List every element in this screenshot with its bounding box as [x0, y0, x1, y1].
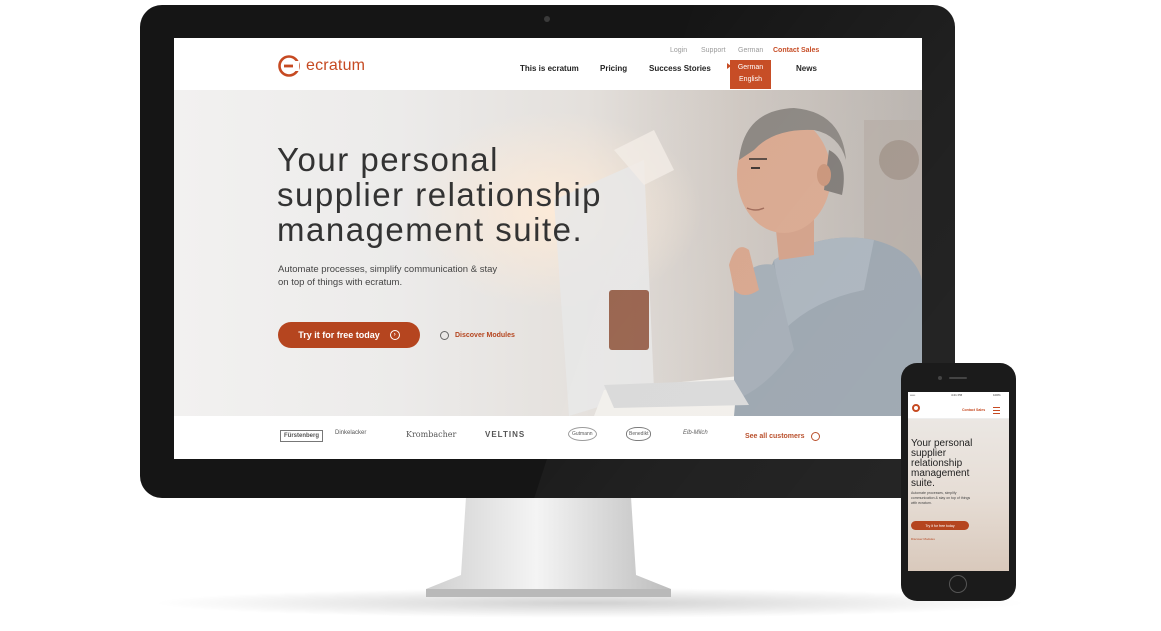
iphone-frame: ••••• 4:21 PM 100% Contact Sales Your pe…: [901, 363, 1016, 601]
phone-signal: •••••: [910, 393, 916, 397]
phone-site-header: Contact Sales: [908, 398, 1009, 419]
ecratum-logo-icon[interactable]: [912, 404, 920, 412]
hero-photo-man-at-desk: [554, 108, 922, 416]
ecratum-logo-icon: [278, 55, 300, 77]
hero-title: Your personal supplier relationship mana…: [277, 142, 637, 247]
phone-hero-subtitle: Automate processes, simplify communicati…: [911, 491, 971, 505]
phone-speaker: [949, 377, 967, 379]
camera-dot: [544, 16, 550, 22]
menu-icon[interactable]: [993, 407, 1000, 414]
nav-success-stories[interactable]: Success Stories: [649, 64, 711, 73]
phone-camera: [938, 376, 942, 380]
support-link[interactable]: Support: [701, 47, 726, 54]
discover-icon: [440, 331, 449, 340]
hero-title-line-2: supplier relationship: [277, 176, 603, 213]
phone-contact-sales[interactable]: Contact Sales: [962, 408, 985, 412]
customer-logo-elbmilch: Elb-Milch: [683, 430, 708, 436]
customer-logo-benedikt: Benedikt: [626, 427, 652, 441]
site-header: ecratum Login Support German Contact Sal…: [174, 38, 922, 90]
customer-logo-fuerstenberg: Fürstenberg: [280, 430, 324, 442]
hero-section: Your personal supplier relationship mana…: [174, 90, 922, 416]
phone-discover-modules-link[interactable]: Discover Modules: [911, 537, 935, 541]
customer-logo-dinkelacker: Dinkelacker: [335, 430, 367, 436]
phone-try-free-label: Try it for free today: [925, 523, 955, 528]
phone-hero: Your personal supplier relationship mana…: [908, 419, 1009, 571]
language-link[interactable]: German: [738, 47, 763, 54]
logo-text: ecratum: [306, 57, 366, 74]
arrow-circle-icon: [810, 432, 820, 441]
language-option-english[interactable]: English: [730, 76, 771, 83]
phone-home-button[interactable]: [949, 575, 967, 593]
login-link[interactable]: Login: [670, 47, 687, 54]
imac-screen: ecratum Login Support German Contact Sal…: [174, 38, 922, 459]
see-all-customers-label: See all customers: [745, 433, 805, 440]
discover-modules-label: Discover Modules: [455, 332, 515, 339]
discover-modules-link[interactable]: Discover Modules: [440, 331, 515, 340]
customer-logo-veltins: VELTINS: [485, 430, 526, 439]
nav-about[interactable]: This is ecratum: [520, 64, 579, 73]
hero-subtitle: Automate processes, simplify communicati…: [278, 264, 498, 288]
contact-sales-link[interactable]: Contact Sales: [773, 47, 819, 54]
phone-battery: 100%: [993, 393, 1001, 397]
hero-title-line-1: Your personal: [277, 141, 499, 178]
hero-title-line-3: management suite.: [277, 211, 584, 248]
language-option-german[interactable]: German: [730, 64, 771, 71]
phone-time: 4:21 PM: [951, 393, 963, 397]
imac-stand: [426, 497, 671, 597]
phone-hero-title: Your personal supplier relationship mana…: [911, 439, 1006, 489]
language-dropdown: German English: [730, 60, 771, 89]
phone-title-line-5: suite.: [911, 478, 935, 489]
customer-logos-strip: Fürstenberg Dinkelacker Krombacher VELTI…: [174, 416, 922, 459]
phone-screen: ••••• 4:21 PM 100% Contact Sales Your pe…: [908, 392, 1009, 571]
nav-pricing[interactable]: Pricing: [600, 64, 627, 73]
customer-logo-gutmann: Gutmann: [568, 427, 597, 441]
customer-logo-krombacher: Krombacher: [406, 430, 457, 439]
arrow-circle-icon: ›: [389, 330, 400, 340]
site-logo[interactable]: ecratum: [278, 55, 365, 77]
see-all-customers-link[interactable]: See all customers: [745, 432, 820, 441]
nav-news[interactable]: News: [796, 64, 817, 73]
phone-try-free-button[interactable]: Try it for free today: [911, 521, 969, 530]
try-free-button-label: Try it for free today: [298, 330, 380, 340]
try-free-button[interactable]: Try it for free today ›: [278, 322, 420, 348]
imac-frame: ecratum Login Support German Contact Sal…: [140, 5, 955, 498]
